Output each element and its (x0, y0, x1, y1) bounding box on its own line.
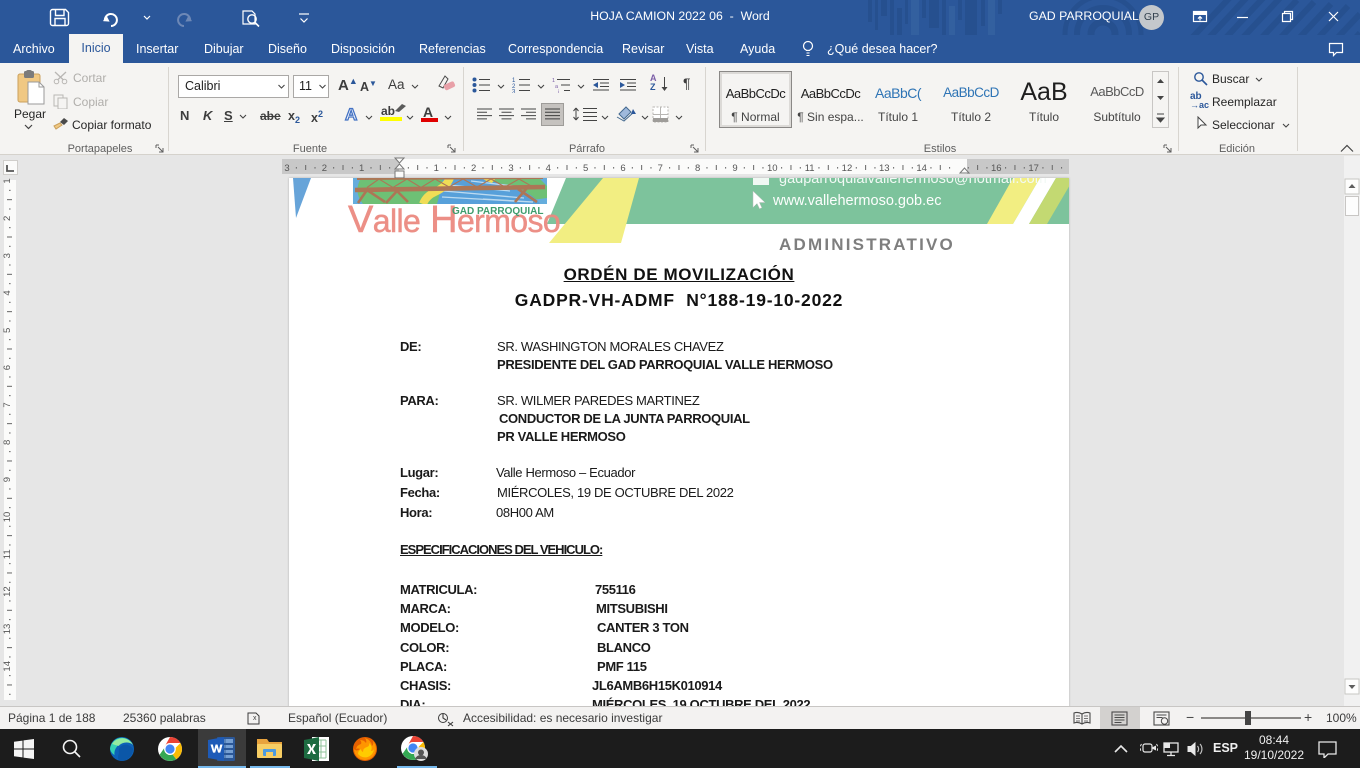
svg-text:7: 7 (2, 402, 13, 407)
svg-text:1: 1 (434, 163, 439, 174)
svg-text:1: 1 (2, 178, 13, 183)
svg-text:6: 6 (2, 365, 13, 370)
svg-text:5: 5 (2, 328, 13, 333)
svg-text:11: 11 (805, 163, 815, 174)
svg-text:gadparroquialvallehermoso@hotm: gadparroquialvallehermoso@hotmail.com (779, 178, 1047, 187)
svg-text:7: 7 (658, 163, 663, 174)
svg-text:2: 2 (471, 163, 476, 174)
svg-text:8: 8 (2, 440, 13, 445)
svg-text:3: 3 (512, 90, 516, 94)
svg-text:17: 17 (1028, 163, 1039, 174)
svg-text:x: x (253, 715, 257, 722)
svg-text:10: 10 (767, 163, 778, 174)
svg-text:12: 12 (2, 586, 13, 597)
svg-text:12: 12 (842, 163, 853, 174)
svg-text:11: 11 (2, 549, 13, 559)
svg-text:4: 4 (2, 290, 13, 295)
svg-text:4: 4 (546, 163, 551, 174)
svg-text:9: 9 (2, 477, 13, 482)
svg-text:14: 14 (916, 163, 927, 174)
svg-text:14: 14 (2, 661, 13, 672)
svg-text:13: 13 (2, 624, 13, 635)
svg-text:6: 6 (620, 163, 625, 174)
svg-text:3: 3 (2, 253, 13, 258)
svg-text:2: 2 (322, 163, 327, 174)
svg-text:10: 10 (2, 512, 13, 523)
svg-text:13: 13 (879, 163, 890, 174)
svg-text:8: 8 (695, 163, 700, 174)
svg-text:1: 1 (359, 163, 364, 174)
svg-text:9: 9 (732, 163, 737, 174)
svg-text:3: 3 (508, 163, 513, 174)
svg-text:www.vallehermoso.gob.ec: www.vallehermoso.gob.ec (772, 193, 941, 209)
svg-text:5: 5 (583, 163, 588, 174)
svg-text:16: 16 (991, 163, 1002, 174)
svg-text:i: i (558, 90, 559, 94)
svg-text:2: 2 (2, 216, 13, 221)
svg-text:3: 3 (284, 163, 289, 174)
